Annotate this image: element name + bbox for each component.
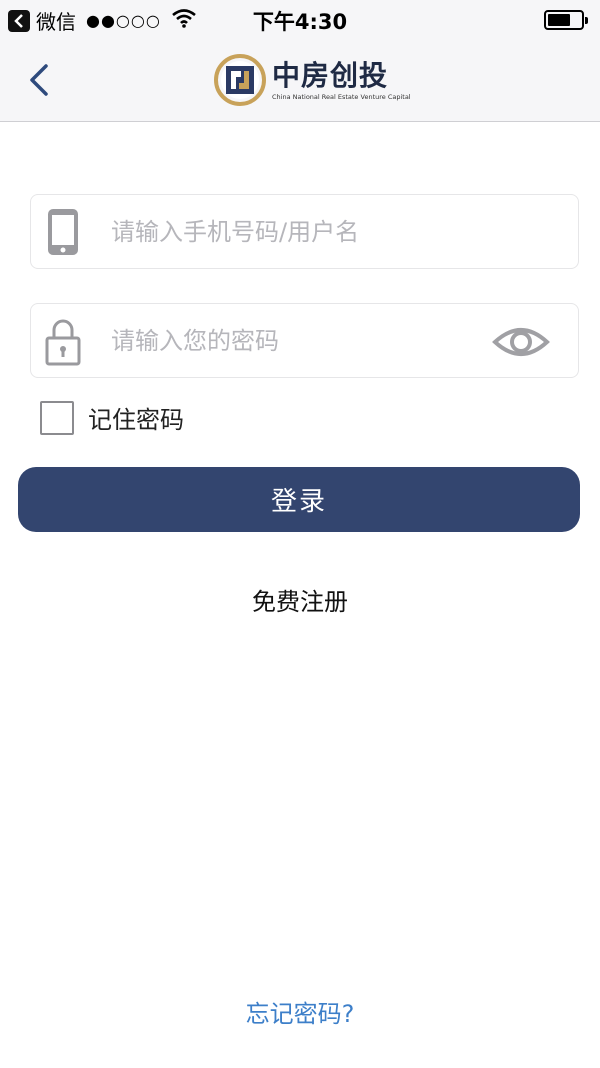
logo-emblem-icon	[214, 54, 266, 106]
chevron-left-icon	[30, 64, 48, 96]
logo-english-name: China National Real Estate Venture Capit…	[272, 92, 411, 101]
password-input[interactable]	[111, 316, 491, 366]
username-input[interactable]	[111, 207, 551, 257]
nav-bar: 中房创投 China National Real Estate Venture …	[0, 40, 600, 122]
password-field[interactable]	[30, 303, 579, 378]
forgot-password-link[interactable]: 忘记密码?	[0, 994, 600, 1029]
register-link[interactable]: 免费注册	[0, 582, 600, 617]
battery-level	[548, 14, 571, 26]
eye-icon[interactable]	[492, 324, 550, 360]
logo-text: 中房创投 China National Real Estate Venture …	[272, 58, 411, 101]
remember-password[interactable]: 记住密码	[40, 400, 184, 435]
login-screen: 微信 ●●○○○ 下午4:30 中房创投 China National Real…	[0, 0, 600, 1068]
logo-chinese-name: 中房创投	[272, 58, 389, 92]
username-field[interactable]	[30, 194, 579, 269]
brand-logo: 中房创投 China National Real Estate Venture …	[214, 52, 411, 108]
lock-icon	[45, 319, 81, 366]
login-button[interactable]: 登录	[18, 467, 580, 532]
phone-icon	[48, 209, 78, 255]
status-time: 下午4:30	[252, 10, 348, 34]
battery-icon	[544, 10, 588, 30]
remember-password-label: 记住密码	[88, 406, 184, 434]
back-button[interactable]	[24, 60, 58, 100]
remember-password-checkbox[interactable]	[40, 400, 74, 435]
status-bar: 微信 ●●○○○ 下午4:30	[0, 0, 600, 40]
